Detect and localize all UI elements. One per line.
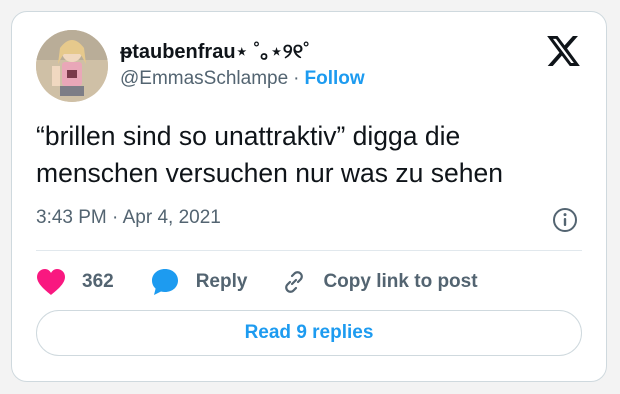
copy-link-label: Copy link to post (323, 271, 478, 292)
reply-label: Reply (195, 271, 248, 292)
heart-icon (37, 269, 65, 295)
link-icon (285, 271, 304, 293)
action-bar: 362 Reply Copy link to post (36, 264, 478, 300)
copy-link-button[interactable]: Copy link to post (281, 269, 478, 295)
separator-dot: · (293, 68, 300, 89)
author-handle[interactable]: @EmmasSchlampe (120, 68, 288, 89)
speech-bubble-icon (151, 269, 178, 295)
avatar[interactable] (36, 30, 108, 102)
like-button[interactable]: 362 (36, 268, 114, 296)
handle-row: @EmmasSchlampe · Follow (120, 68, 365, 90)
tweet-timestamp[interactable]: 3:43 PM · Apr 4, 2021 (36, 207, 221, 229)
tweet-time: 3:43 PM (36, 207, 107, 228)
reply-button[interactable]: Reply (150, 267, 248, 297)
author-display-name[interactable]: ᵽtaubenfrau⋆ ˚｡⋆୨୧˚ (120, 35, 310, 64)
tweet-text: “brillen sind so unattraktiv” digga die … (36, 121, 503, 188)
x-logo-icon[interactable] (547, 36, 580, 66)
like-count: 362 (82, 271, 114, 292)
tweet-date: Apr 4, 2021 (122, 207, 221, 228)
tweet-card: ᵽtaubenfrau⋆ ˚｡⋆୨୧˚ @EmmasSchlampe · Follo… (11, 11, 607, 382)
divider (36, 250, 582, 251)
follow-button[interactable]: Follow (305, 68, 365, 89)
read-replies-label: Read 9 replies (244, 322, 374, 343)
timestamp-separator: · (112, 207, 119, 228)
info-icon[interactable] (552, 207, 578, 233)
read-replies-button[interactable]: Read 9 replies (36, 310, 582, 356)
